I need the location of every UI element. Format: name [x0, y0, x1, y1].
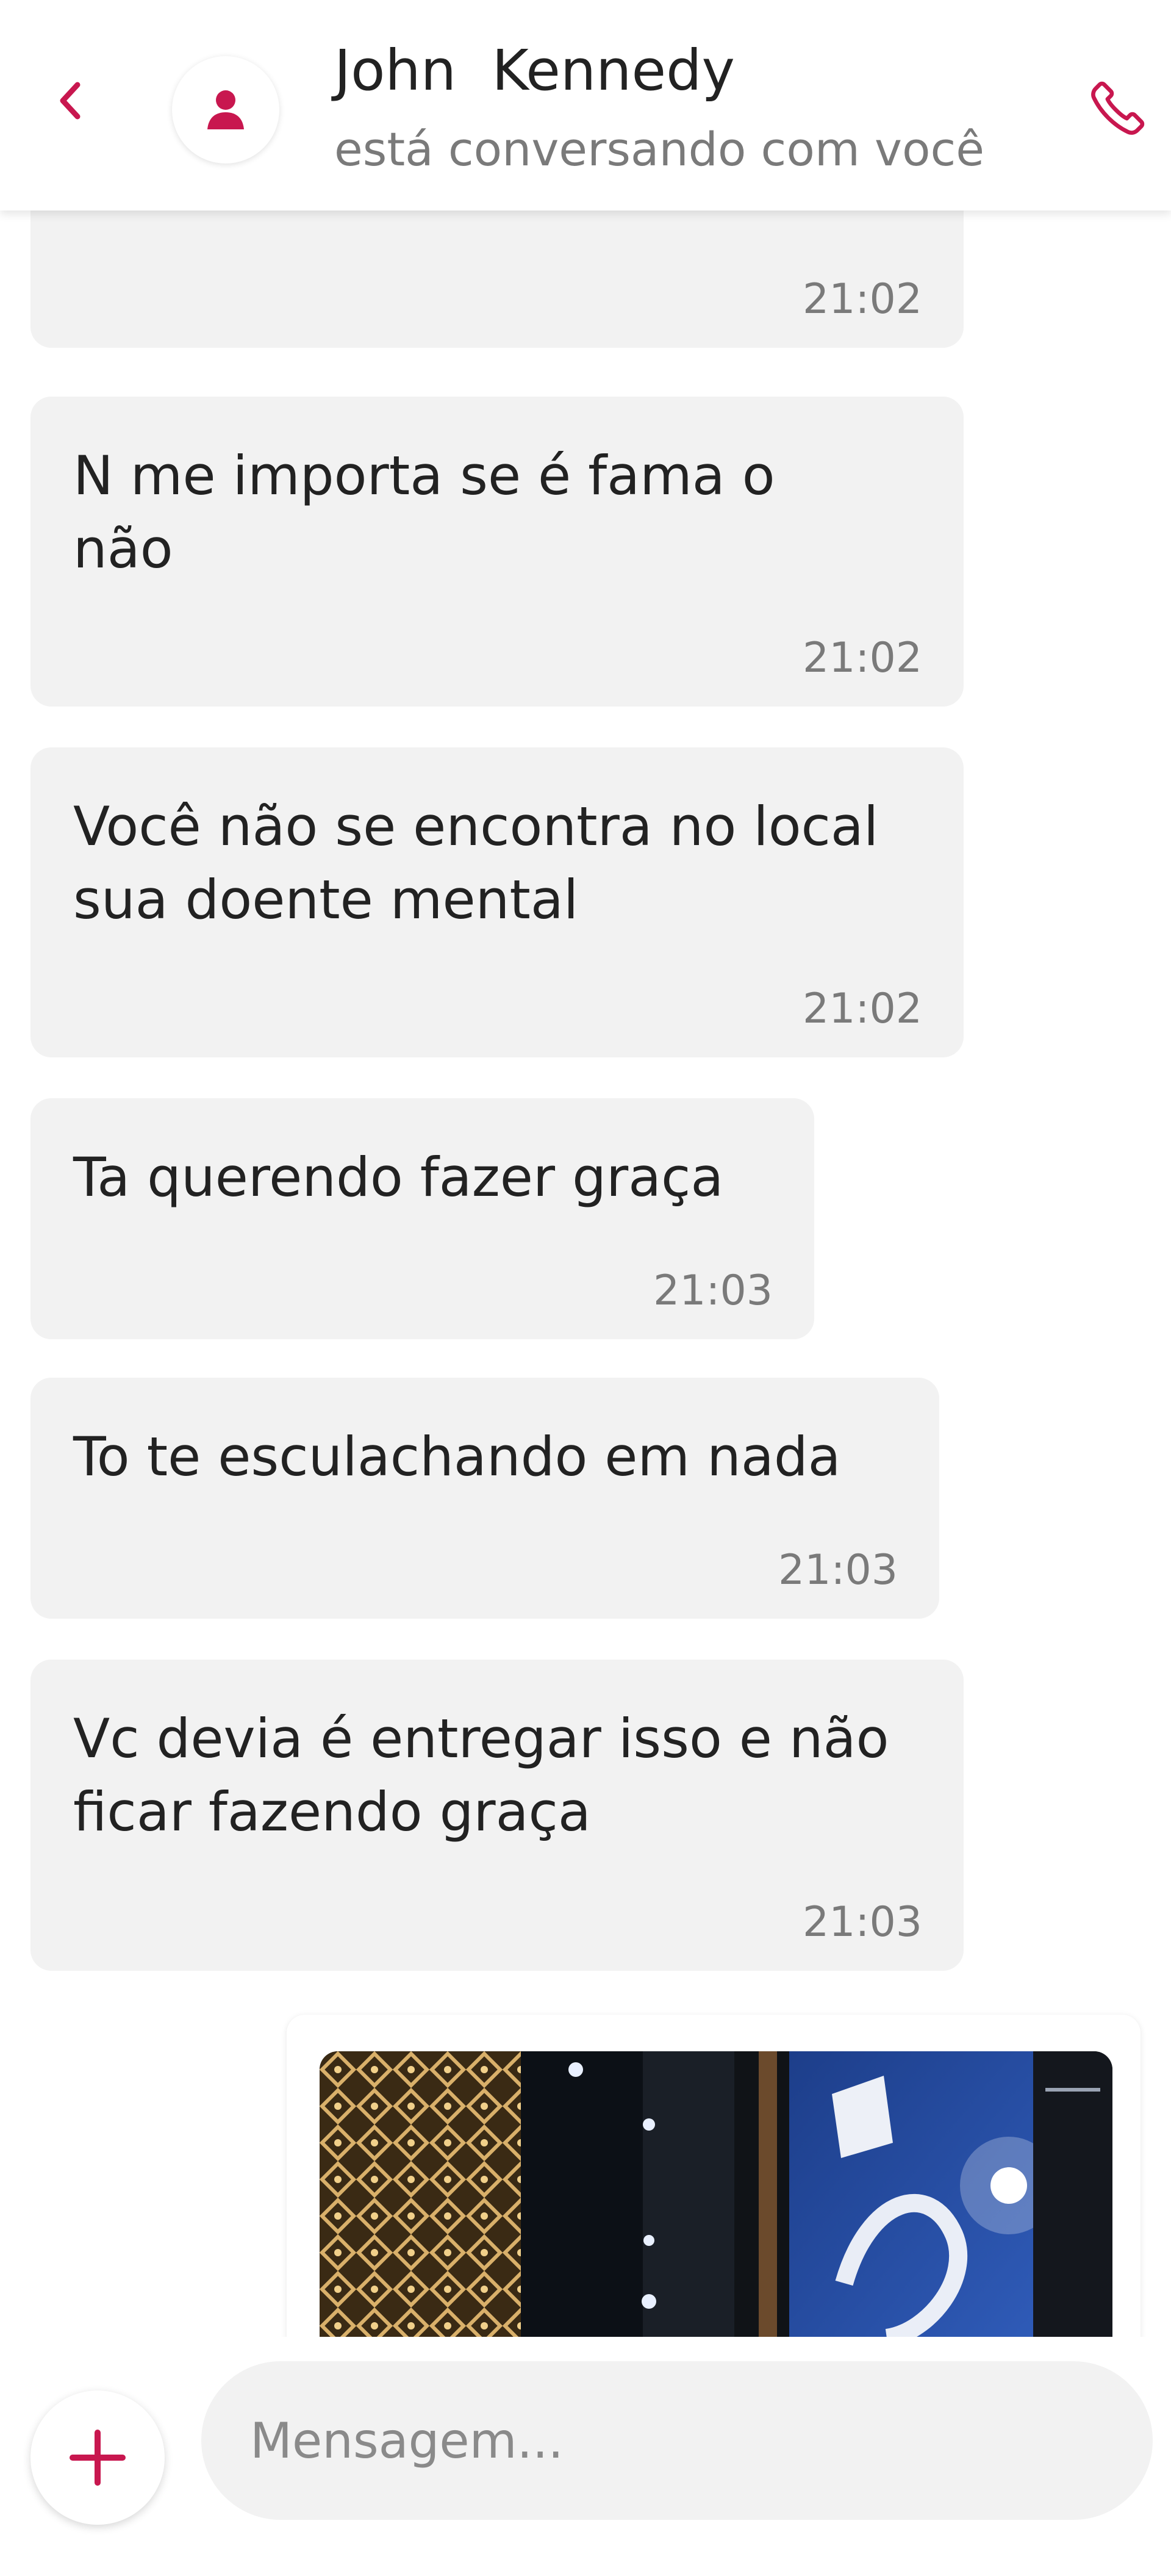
call-button[interactable] [1078, 68, 1158, 148]
message-input[interactable] [201, 2361, 1153, 2520]
message-time: 21:03 [653, 1267, 773, 1315]
message-text: N me importa se é fama o não [73, 444, 775, 580]
message-time: 21:02 [803, 275, 922, 323]
contact-name: John Kennedy [334, 38, 735, 103]
message-bubble[interactable]: To te esculachando em nada 21:03 [30, 1378, 939, 1619]
message-bubble[interactable]: Ta querendo fazer graça 21:03 [30, 1098, 814, 1339]
user-icon [207, 90, 244, 129]
message-time: 21:02 [803, 634, 922, 682]
message-time: 21:03 [803, 1898, 922, 1946]
phone-icon [1091, 81, 1145, 135]
message-text: Ta querendo fazer graça [73, 1146, 724, 1209]
back-button[interactable] [44, 73, 99, 128]
message-text: Você não se encontra no local sua doente… [73, 795, 879, 931]
chat-header: John Kennedy está conversando com você [0, 0, 1171, 210]
message-time: 21:03 [778, 1546, 898, 1594]
contact-status: está conversando com você [334, 122, 985, 176]
message-time: 21:02 [803, 985, 922, 1033]
back-chevron-icon [60, 82, 81, 120]
message-text: To te esculachando em nada [73, 1425, 841, 1488]
attach-button[interactable] [30, 2391, 165, 2525]
plus-icon [70, 2430, 126, 2486]
sent-image-message[interactable] [287, 2015, 1141, 2337]
message-bubble[interactable]: Vc devia é entregar isso e não ficar faz… [30, 1660, 964, 1971]
message-bubble[interactable]: Você não se encontra no local sua doente… [30, 747, 964, 1057]
photo-thumbnail[interactable] [320, 2051, 1112, 2337]
avatar[interactable] [172, 56, 279, 164]
message-bubble[interactable]: N me importa se é fama o não 21:02 [30, 397, 964, 707]
chat-area[interactable]: 21:02 porra N me importa se é fama o não… [0, 0, 1171, 2337]
message-text: Vc devia é entregar isso e não ficar faz… [73, 1707, 889, 1843]
